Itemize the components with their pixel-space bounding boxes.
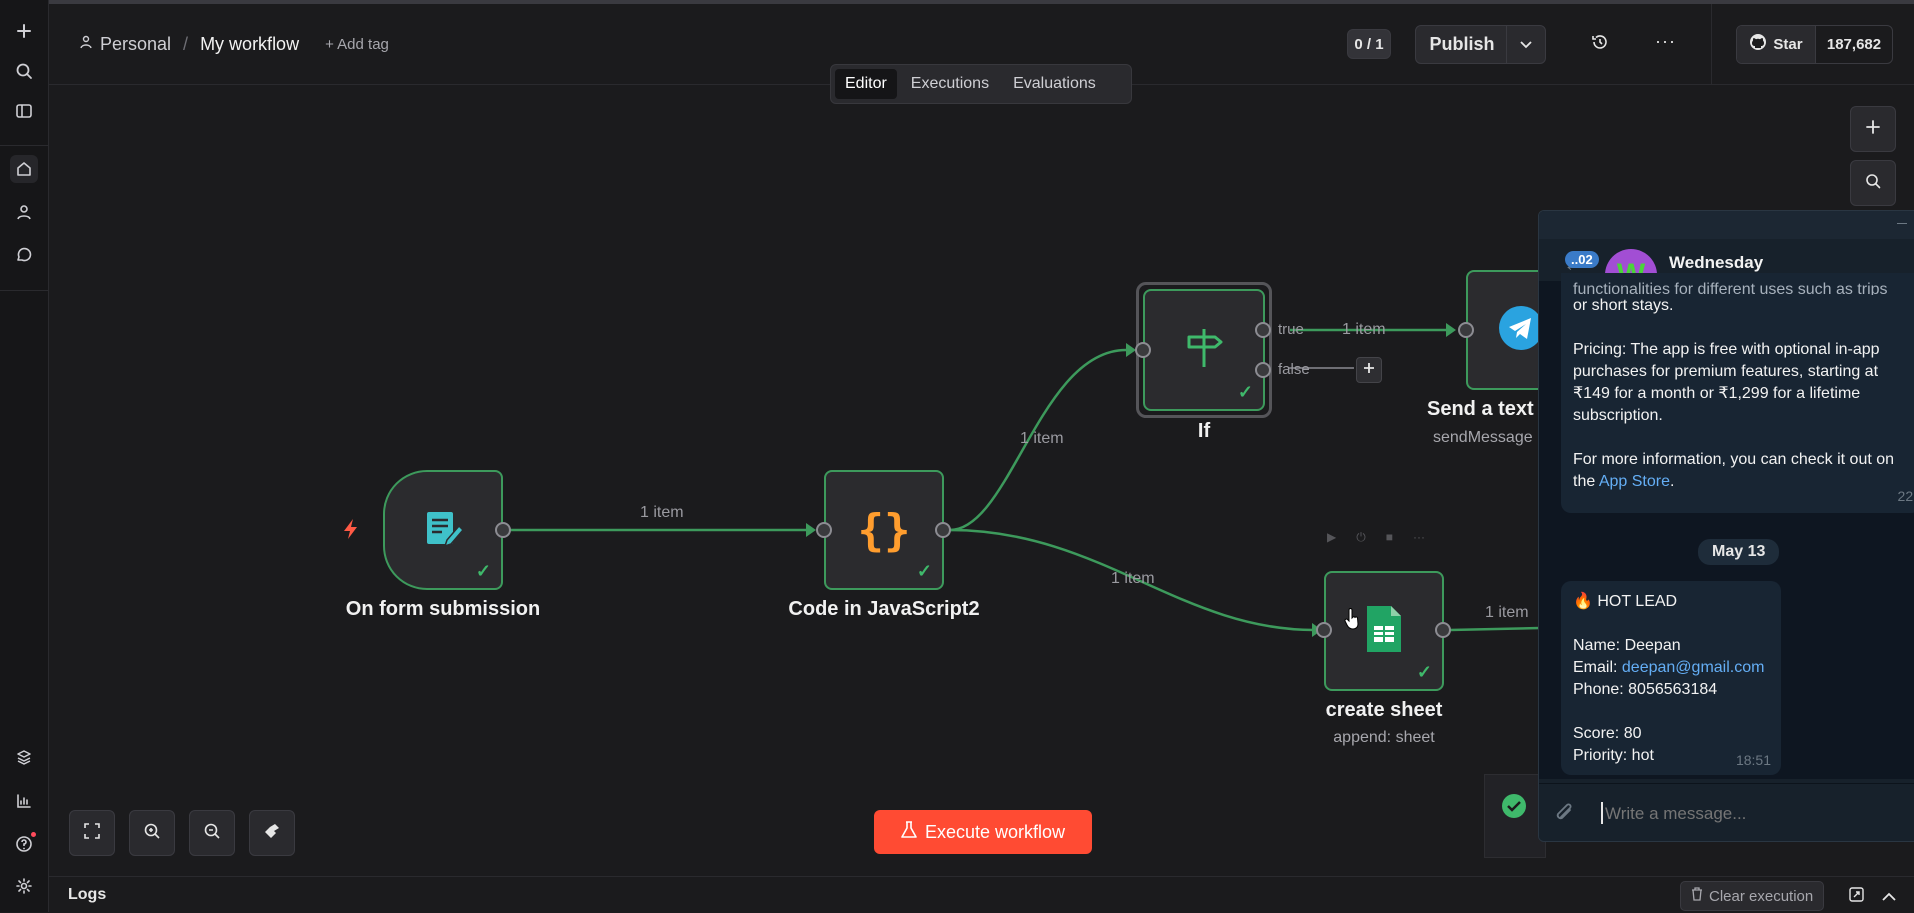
node-label: Send a text <box>1427 398 1534 420</box>
success-toast <box>1484 774 1546 858</box>
success-check-icon: ✓ <box>1237 382 1253 402</box>
chevron-up-icon[interactable] <box>1882 889 1896 907</box>
output-port-false[interactable] <box>1255 362 1271 378</box>
zoom-in-button[interactable] <box>129 810 175 856</box>
output-port[interactable] <box>935 522 951 538</box>
node-form-submission[interactable]: ✓ <box>383 470 503 590</box>
play-icon[interactable]: ▶ <box>1327 530 1336 545</box>
input-port[interactable] <box>816 522 832 538</box>
code-braces-icon: {} <box>857 504 911 556</box>
logs-title[interactable]: Logs <box>68 886 106 904</box>
signpost-icon <box>1181 325 1227 376</box>
message-text: . <box>1669 473 1675 490</box>
success-check-icon: ✓ <box>475 561 491 581</box>
window-titlebar <box>1539 211 1914 239</box>
message-bubble: functionalities for different uses such … <box>1561 273 1914 513</box>
edge-sheet-out <box>1449 626 1541 632</box>
node-if[interactable]: ✓ <box>1143 289 1265 411</box>
output-port[interactable] <box>495 522 511 538</box>
hand-cursor-icon <box>1344 608 1360 635</box>
message-time: 22: <box>1897 488 1914 504</box>
branch-label-false: false <box>1278 361 1310 378</box>
node-code-javascript[interactable]: {} ✓ <box>824 470 944 590</box>
fullscreen-icon <box>83 822 101 845</box>
chat-name[interactable]: Wednesday <box>1669 253 1763 273</box>
output-port-true[interactable] <box>1255 322 1271 338</box>
execute-workflow-button[interactable]: Execute workflow <box>874 810 1092 854</box>
messages-area: functionalities for different uses such … <box>1539 273 1914 779</box>
node-create-sheet[interactable]: ✓ <box>1324 571 1444 691</box>
google-sheets-icon <box>1365 604 1403 659</box>
node-label: Code in JavaScript2 <box>788 598 980 620</box>
logs-bar <box>49 876 1914 913</box>
input-port[interactable] <box>1458 322 1474 338</box>
arrowhead <box>1446 323 1456 337</box>
clear-execution-label: Clear execution <box>1709 887 1814 905</box>
node-subtitle: sendMessage <box>1433 429 1533 446</box>
success-check-circle-icon <box>1501 793 1527 824</box>
node-label: If <box>1197 420 1211 442</box>
edge-label: 1 item <box>1342 321 1386 338</box>
zoom-in-icon <box>143 822 161 845</box>
branch-label-true: true <box>1278 321 1304 338</box>
minimize-icon[interactable] <box>1897 223 1907 224</box>
plus-icon <box>1363 361 1375 379</box>
pop-out-icon[interactable] <box>1849 887 1864 907</box>
message-text: or short stays. <box>1573 297 1674 314</box>
success-check-icon: ✓ <box>916 561 932 581</box>
edge-label: 1 item <box>1485 604 1529 621</box>
flask-icon <box>901 820 917 844</box>
trash-icon <box>1691 887 1703 905</box>
message-composer <box>1539 783 1914 841</box>
input-port[interactable] <box>1135 342 1151 358</box>
node-hover-toolbar: ▶ ⏻ ■ ··· <box>1327 530 1425 545</box>
node-subtitle: append: sheet <box>1333 729 1435 746</box>
trash-icon[interactable]: ■ <box>1386 530 1393 545</box>
node-label: create sheet <box>1325 699 1443 721</box>
paperclip-icon[interactable] <box>1553 802 1577 831</box>
edge-label: 1 item <box>1111 570 1155 587</box>
message-text: Score: 80 <box>1573 725 1642 742</box>
zoom-out-icon <box>203 822 221 845</box>
edge-label: 1 item <box>640 504 684 521</box>
app-store-link[interactable]: App Store <box>1599 473 1670 490</box>
message-text: Phone: 8056563184 <box>1573 681 1718 698</box>
message-text: 🔥 HOT LEAD <box>1573 593 1678 610</box>
message-text: functionalities for different uses such … <box>1573 281 1888 295</box>
input-port[interactable] <box>1316 622 1332 638</box>
form-icon <box>419 504 467 557</box>
execute-workflow-label: Execute workflow <box>924 821 1066 842</box>
message-input[interactable] <box>1603 798 1897 830</box>
message-text: Email: <box>1573 659 1622 676</box>
unread-badge: ..02 <box>1565 251 1599 268</box>
edge-label: 1 item <box>1020 430 1064 447</box>
clear-execution-button[interactable]: Clear execution <box>1680 881 1825 911</box>
trigger-bolt-icon <box>342 518 360 545</box>
tidy-up-button[interactable] <box>249 810 295 856</box>
fit-view-button[interactable] <box>69 810 115 856</box>
more-icon[interactable]: ··· <box>1413 530 1425 545</box>
telegram-chat-window: ← ..02 W Wednesday bot functionalities f… <box>1538 210 1914 842</box>
message-time: 18:51 <box>1735 752 1771 768</box>
email-link[interactable]: deepan@gmail.com <box>1622 659 1765 676</box>
arrowhead <box>806 523 816 537</box>
broom-icon <box>263 822 281 845</box>
success-check-icon: ✓ <box>1416 662 1432 682</box>
message-text: Name: Deepan <box>1573 637 1681 654</box>
output-port[interactable] <box>1435 622 1451 638</box>
node-label: On form submission <box>345 598 541 620</box>
date-separator: May 13 <box>1698 539 1780 565</box>
message-text: Pricing: The app is free with optional i… <box>1573 341 1880 424</box>
chat-header: ← ..02 W Wednesday bot <box>1539 211 1914 301</box>
power-icon[interactable]: ⏻ <box>1356 530 1366 545</box>
message-bubble: 🔥 HOT LEAD Name: Deepan Email: deepan@gm… <box>1561 581 1781 775</box>
zoom-out-button[interactable] <box>189 810 235 856</box>
add-false-branch-button[interactable] <box>1356 357 1382 383</box>
